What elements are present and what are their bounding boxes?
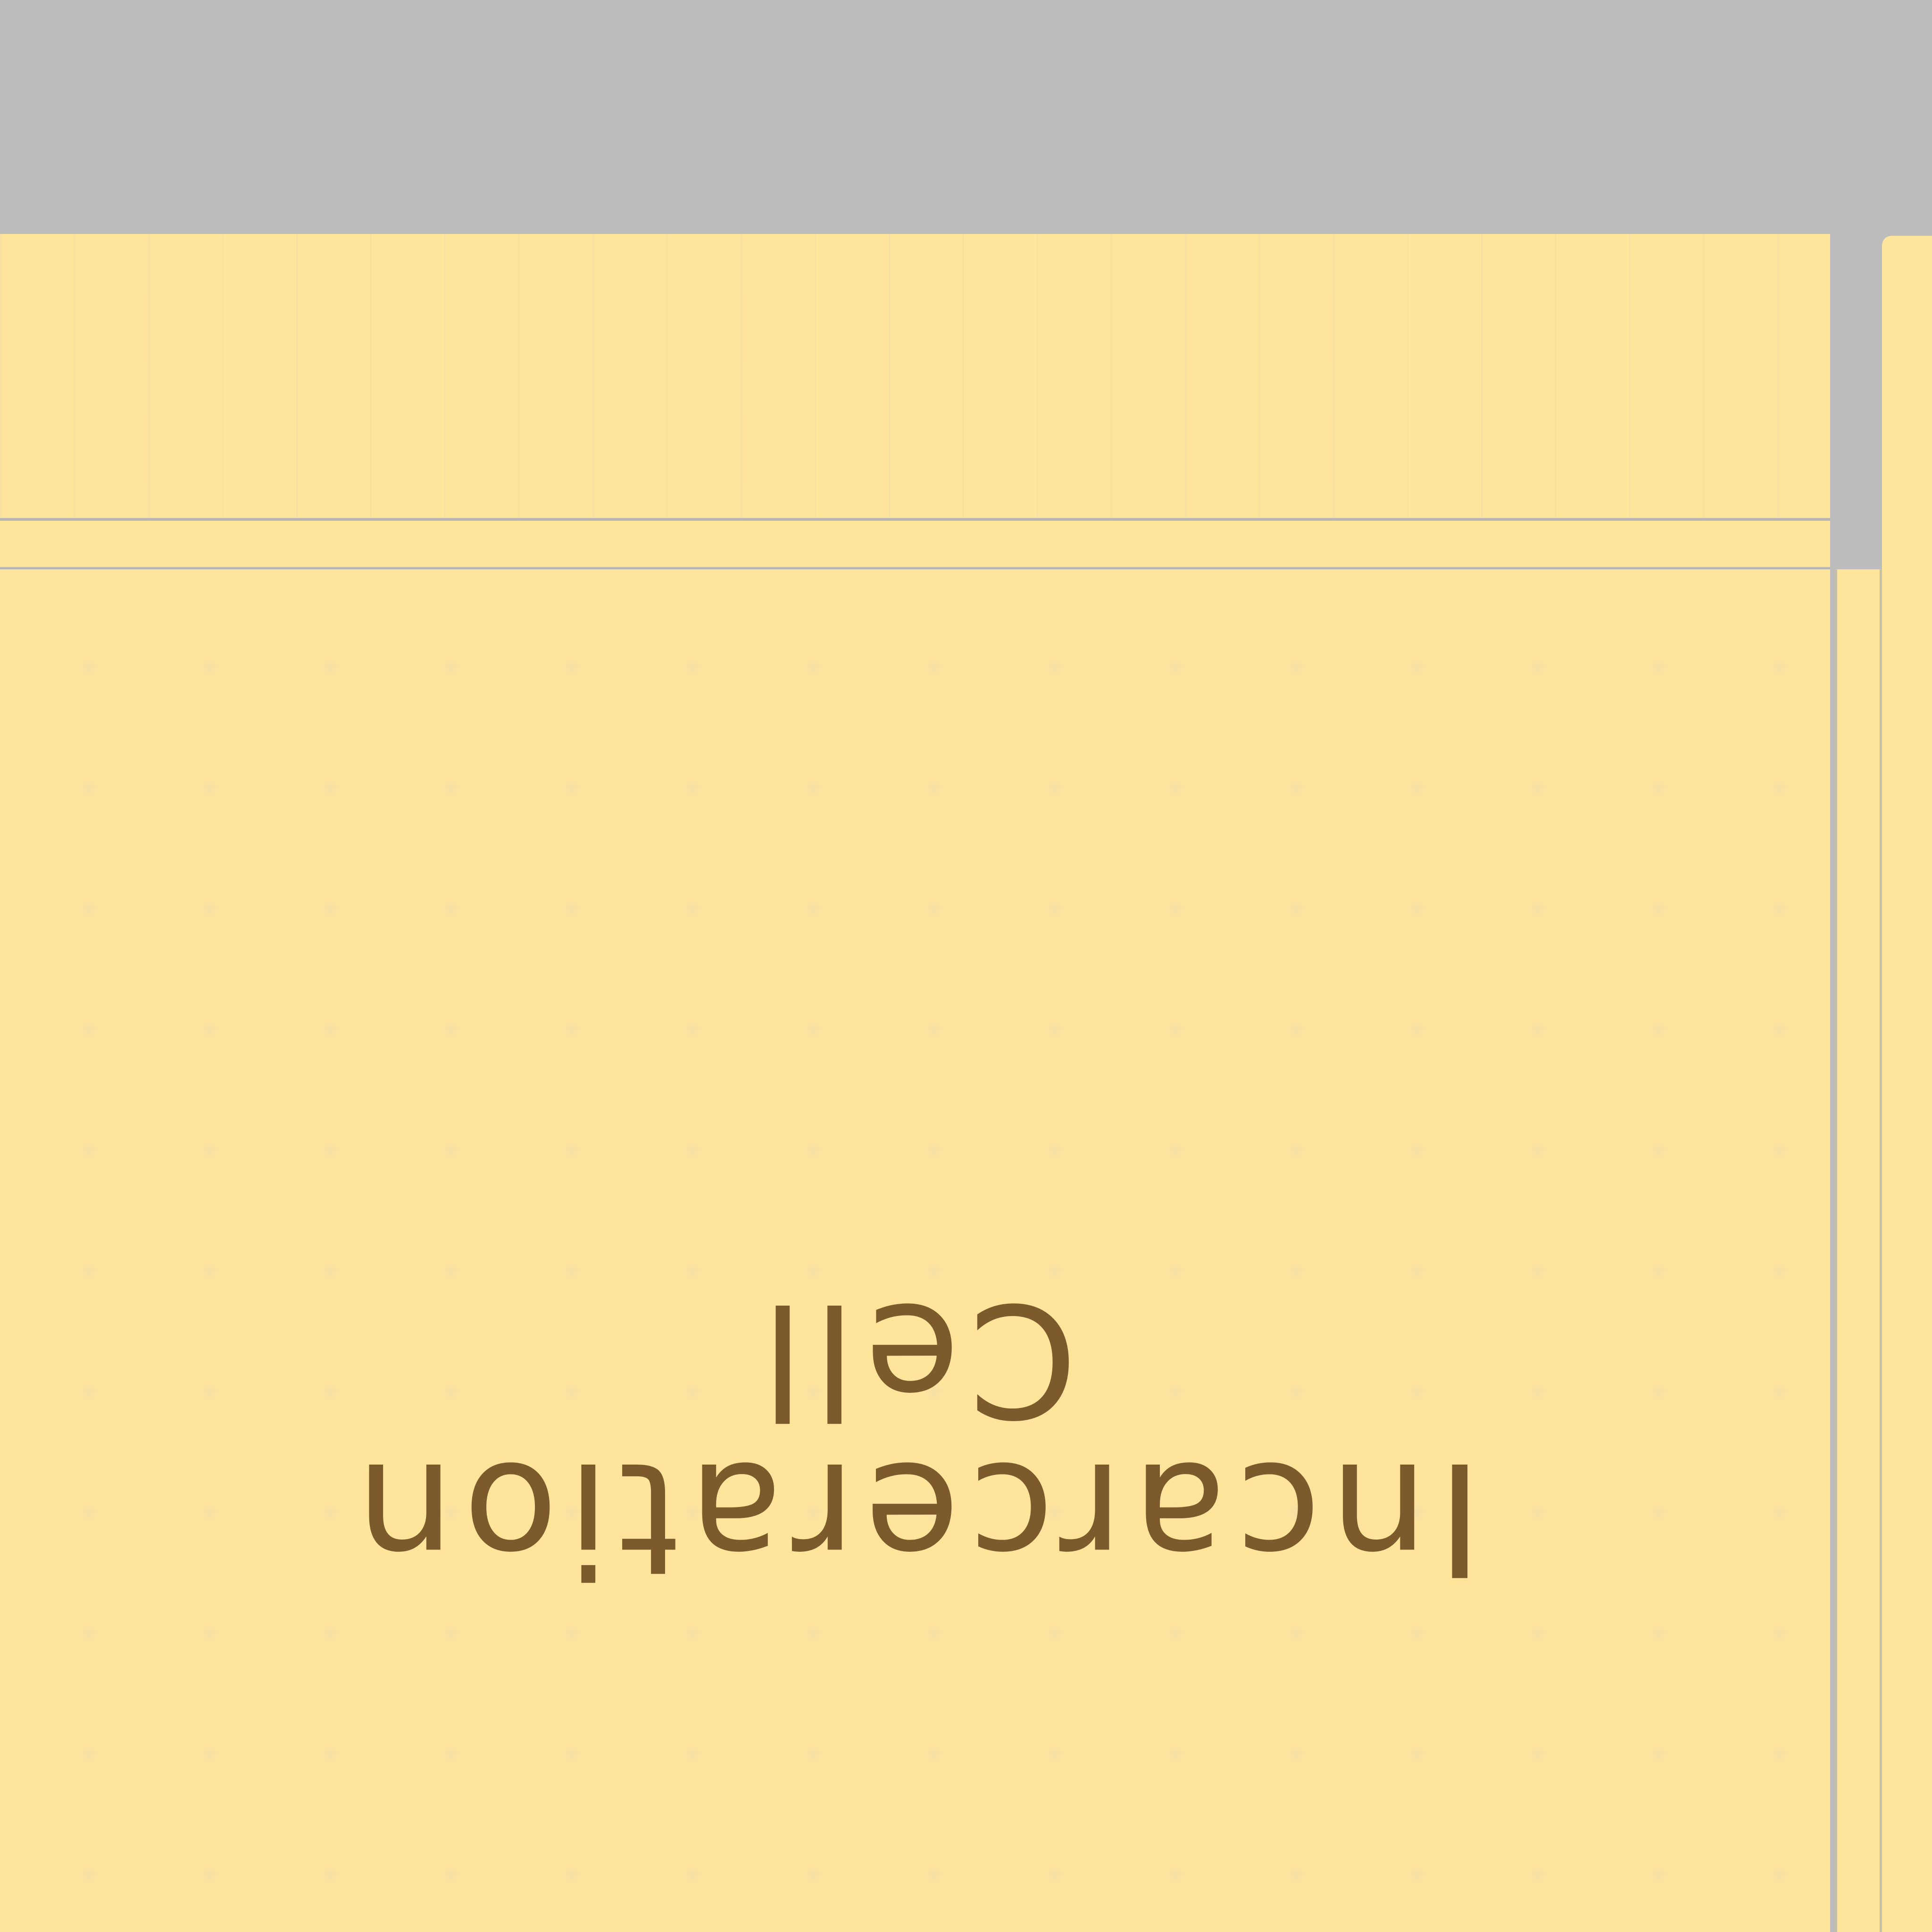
game-viewport: Incarceration Cell bbox=[0, 0, 1932, 1932]
room-label-line: Incarceration bbox=[347, 1427, 1483, 1609]
room-label: Incarceration Cell bbox=[0, 1179, 1830, 1698]
divider-passage bbox=[1835, 569, 1882, 1932]
neighbor-room[interactable] bbox=[1882, 236, 1932, 1932]
room-top-wall bbox=[0, 234, 1830, 519]
room-border-band bbox=[0, 521, 1830, 568]
divider-wall-notch bbox=[1830, 519, 1882, 571]
room-label-line: Cell bbox=[752, 1269, 1078, 1450]
